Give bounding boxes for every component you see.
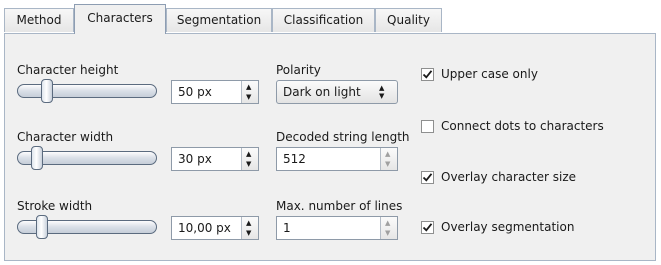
tab-classification[interactable]: Classification (272, 8, 375, 32)
spin-down-icon[interactable]: ▼ (246, 160, 251, 168)
tab-segmentation[interactable]: Segmentation (166, 8, 272, 32)
stroke-width-slider-handle[interactable] (36, 215, 48, 239)
chevron-down-icon: ▼ (379, 92, 385, 100)
upper-case-label[interactable]: Upper case only (441, 67, 538, 81)
character-width-value: 30 px (178, 152, 212, 166)
stroke-width-label: Stroke width (17, 199, 93, 213)
checkmark-icon (422, 70, 433, 79)
overlay-segmentation-label[interactable]: Overlay segmentation (441, 220, 574, 234)
tab-quality[interactable]: Quality (375, 8, 442, 32)
spin-up-icon[interactable]: ▲ (246, 150, 251, 158)
tab-method[interactable]: Method (4, 8, 74, 32)
character-width-slider-handle[interactable] (31, 146, 43, 170)
max-lines-value: 1 (283, 221, 291, 235)
character-height-label: Character height (17, 63, 119, 77)
tab-characters[interactable]: Characters (74, 4, 166, 34)
character-height-spin-arrows[interactable]: ▲ ▼ (241, 81, 258, 103)
character-width-label: Character width (17, 130, 114, 144)
character-height-spinbox[interactable]: 50 px ▲ ▼ (171, 80, 259, 104)
decoded-length-spin-arrows[interactable]: ▲ ▼ (380, 148, 397, 170)
character-height-slider-handle[interactable] (41, 79, 53, 103)
spin-down-icon[interactable]: ▼ (385, 229, 390, 237)
overlay-size-checkbox[interactable] (421, 171, 434, 184)
stroke-width-spinbox[interactable]: 10,00 px ▲ ▼ (171, 216, 259, 240)
chevron-up-icon: ▲ (379, 84, 385, 92)
spin-down-icon[interactable]: ▼ (246, 93, 251, 101)
character-height-value: 50 px (178, 85, 212, 99)
spin-up-icon[interactable]: ▲ (246, 219, 251, 227)
connect-dots-label[interactable]: Connect dots to characters (441, 119, 604, 133)
character-width-spinbox[interactable]: 30 px ▲ ▼ (171, 147, 259, 171)
stroke-width-value: 10,00 px (178, 221, 231, 235)
stroke-width-spin-arrows[interactable]: ▲ ▼ (241, 217, 258, 239)
decoded-length-value: 512 (283, 152, 306, 166)
select-arrows-icon: ▲ ▼ (379, 84, 389, 100)
tab-bar: Method Characters Segmentation Classific… (0, 0, 661, 34)
spin-down-icon[interactable]: ▼ (246, 229, 251, 237)
upper-case-checkbox[interactable] (421, 68, 434, 81)
spin-up-icon[interactable]: ▲ (385, 219, 390, 227)
character-height-slider[interactable] (17, 79, 157, 103)
character-width-slider[interactable] (17, 146, 157, 170)
decoded-length-label: Decoded string length (276, 130, 410, 144)
max-lines-label: Max. number of lines (276, 199, 403, 213)
stroke-width-slider[interactable] (17, 215, 157, 239)
checkmark-icon (422, 223, 433, 232)
spin-up-icon[interactable]: ▲ (246, 83, 251, 91)
connect-dots-checkbox[interactable] (421, 120, 434, 133)
max-lines-spinbox[interactable]: 1 ▲ ▼ (276, 216, 398, 240)
character-width-spin-arrows[interactable]: ▲ ▼ (241, 148, 258, 170)
checkmark-icon (422, 173, 433, 182)
spin-down-icon[interactable]: ▼ (385, 160, 390, 168)
max-lines-spin-arrows[interactable]: ▲ ▼ (380, 217, 397, 239)
overlay-size-label[interactable]: Overlay character size (441, 170, 576, 184)
polarity-label: Polarity (276, 63, 321, 77)
decoded-length-spinbox[interactable]: 512 ▲ ▼ (276, 147, 398, 171)
spin-up-icon[interactable]: ▲ (385, 150, 390, 158)
polarity-select[interactable]: Dark on light ▲ ▼ (276, 80, 398, 104)
overlay-segmentation-checkbox[interactable] (421, 221, 434, 234)
polarity-value: Dark on light (283, 85, 361, 99)
